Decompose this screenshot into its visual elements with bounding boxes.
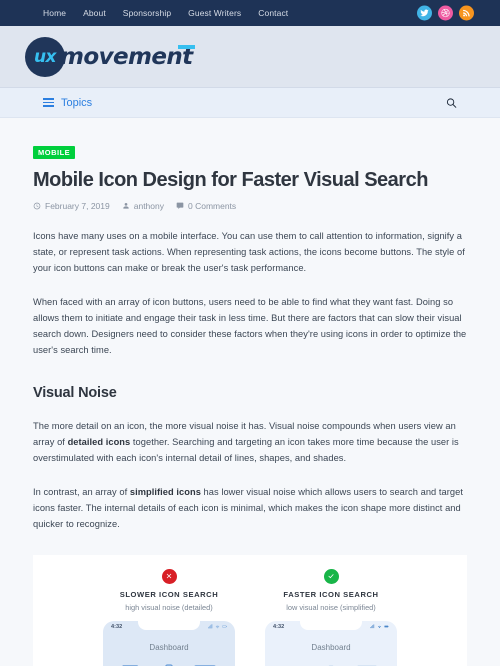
nav-link-contact[interactable]: Contact bbox=[258, 8, 288, 18]
phone-status-bar: 4:32 bbox=[103, 621, 235, 633]
primary-nav: Home About Sponsorship Guest Writers Con… bbox=[43, 8, 288, 18]
page-title: Mobile Icon Design for Faster Visual Sea… bbox=[33, 169, 428, 191]
x-circle-icon bbox=[161, 568, 177, 584]
social-links bbox=[417, 5, 474, 21]
paragraph-3-bold: detailed icons bbox=[67, 436, 131, 447]
screen-title-left: Dashboard bbox=[149, 642, 189, 652]
clock-icon bbox=[33, 202, 41, 210]
section-heading-visual-noise: Visual Noise bbox=[33, 384, 117, 401]
status-indicators bbox=[208, 624, 227, 629]
paragraph-3: The more detail on an icon, the more vis… bbox=[33, 419, 467, 467]
logo-accent-bar bbox=[177, 44, 195, 49]
topics-menu-button[interactable]: Topics bbox=[43, 97, 92, 109]
meta-author: anthony bbox=[122, 201, 164, 211]
panel-faster-icon-search: FASTER ICON SEARCH low visual noise (sim… bbox=[257, 568, 405, 666]
newspaper-icon[interactable] bbox=[120, 661, 146, 666]
page-scroll-area[interactable]: MOBILE Mobile Icon Design for Faster Vis… bbox=[0, 118, 500, 666]
panel-title-slower: SLOWER ICON SEARCH bbox=[119, 589, 219, 599]
logo-wordmark: movement bbox=[60, 43, 195, 70]
briefcase-icon[interactable] bbox=[318, 661, 344, 666]
hamburger-icon bbox=[43, 97, 54, 108]
meta-date-text: February 7, 2019 bbox=[45, 201, 110, 211]
newspaper-icon[interactable] bbox=[282, 661, 308, 666]
paragraph-1: Icons have many uses on a mobile interfa… bbox=[33, 231, 465, 273]
panel-slower-icon-search: SLOWER ICON SEARCH high visual noise (de… bbox=[95, 568, 243, 666]
meta-date: February 7, 2019 bbox=[33, 201, 110, 211]
battery-icon bbox=[384, 625, 389, 628]
status-time: 4:32 bbox=[111, 623, 123, 630]
phone-status-bar: 4:32 bbox=[265, 621, 397, 633]
status-time: 4:32 bbox=[273, 623, 285, 630]
status-indicators bbox=[370, 624, 389, 629]
calendar-icon[interactable] bbox=[354, 661, 380, 666]
nav-link-sponsorship[interactable]: Sponsorship bbox=[123, 8, 171, 18]
nav-link-guest-writers[interactable]: Guest Writers bbox=[188, 8, 241, 18]
wifi-icon bbox=[377, 626, 382, 629]
calendar-icon[interactable] bbox=[192, 661, 218, 666]
article-meta: February 7, 2019 anthony 0 Comments bbox=[33, 201, 467, 211]
panel-subtitle-faster: low visual noise (simplified) bbox=[286, 602, 376, 612]
category-badge[interactable]: MOBILE bbox=[33, 145, 76, 159]
logo-mark: ux bbox=[25, 36, 65, 77]
nav-link-about[interactable]: About bbox=[83, 8, 106, 18]
paragraph-4-pre: In contrast, an array of bbox=[33, 486, 130, 497]
briefcase-icon[interactable] bbox=[156, 661, 182, 666]
top-navigation-bar: Home About Sponsorship Guest Writers Con… bbox=[0, 0, 500, 26]
check-circle-icon bbox=[323, 568, 339, 584]
twitter-icon[interactable] bbox=[417, 5, 432, 21]
paragraph-4: In contrast, an array of simplified icon… bbox=[33, 485, 467, 533]
meta-author-text: anthony bbox=[133, 201, 164, 211]
meta-comments-text: 0 Comments bbox=[187, 201, 237, 211]
wifi-icon bbox=[215, 626, 220, 629]
comparison-figure: SLOWER ICON SEARCH high visual noise (de… bbox=[33, 554, 467, 666]
battery-icon bbox=[222, 625, 227, 628]
article: MOBILE Mobile Icon Design for Faster Vis… bbox=[18, 118, 482, 666]
screen-title-right: Dashboard bbox=[311, 642, 351, 652]
topics-bar: Topics bbox=[0, 88, 500, 118]
user-icon bbox=[123, 203, 129, 209]
logo-wordmark-text: movement bbox=[60, 43, 193, 70]
icon-grid-detailed bbox=[103, 661, 235, 666]
icon-grid-simplified bbox=[265, 661, 397, 666]
paragraph-2: When faced with an array of icon buttons… bbox=[33, 296, 467, 355]
paragraph-4-bold: simplified icons bbox=[129, 486, 201, 497]
topics-label: Topics bbox=[61, 96, 93, 109]
phone-mockup-simplified: 4:32 Dashboard bbox=[265, 620, 397, 666]
rss-icon[interactable] bbox=[459, 5, 474, 21]
meta-comments: 0 Comments bbox=[176, 201, 236, 211]
signal-icon bbox=[370, 624, 375, 629]
comment-icon bbox=[176, 202, 184, 209]
panel-subtitle-slower: high visual noise (detailed) bbox=[125, 602, 213, 612]
nav-link-home[interactable]: Home bbox=[43, 8, 66, 18]
search-icon[interactable] bbox=[446, 97, 457, 108]
logo-band: ux movement bbox=[0, 26, 500, 88]
signal-icon bbox=[208, 624, 213, 629]
phone-mockup-detailed: 4:32 Dashboard bbox=[103, 620, 235, 666]
dribbble-icon[interactable] bbox=[438, 5, 453, 21]
site-logo[interactable]: ux movement bbox=[25, 36, 195, 77]
panel-title-faster: FASTER ICON SEARCH bbox=[283, 589, 379, 599]
logo-mark-text: ux bbox=[33, 46, 57, 67]
